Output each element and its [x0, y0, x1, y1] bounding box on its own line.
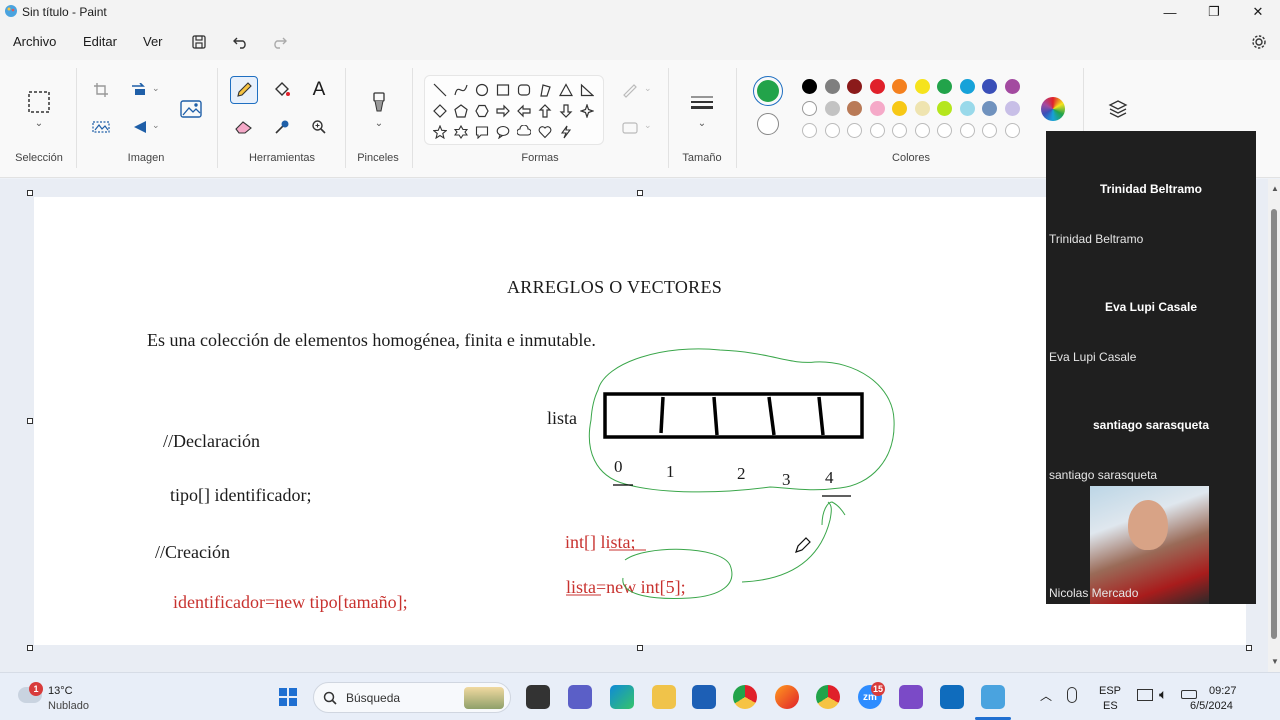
participant-name: Eva Lupi Casale	[1104, 300, 1198, 314]
taskbar-search-box[interactable]: Búsqueda	[313, 682, 511, 713]
notepad-icon[interactable]	[940, 685, 964, 709]
chrome-profile-icon[interactable]	[816, 685, 840, 709]
green-highlight-loop	[622, 548, 733, 599]
microsoft-store-icon[interactable]	[692, 685, 716, 709]
weather-temperature[interactable]: 13°C	[48, 685, 73, 697]
participant-face	[1128, 500, 1168, 550]
participant-name: Trinidad Beltramo	[1099, 182, 1203, 196]
participant-label: Eva Lupi Casale	[1049, 350, 1137, 364]
weather-description[interactable]: Nublado	[48, 700, 89, 712]
volume-icon[interactable]: 🔈︎	[1159, 686, 1167, 703]
keyboard-layout-indicator[interactable]: ES	[1103, 700, 1118, 712]
teams-chat-icon[interactable]	[568, 685, 592, 709]
green-arrow-curve	[741, 501, 832, 583]
visual-studio-icon[interactable]	[899, 685, 923, 709]
participant-label: Nicolas Mercado	[1049, 586, 1139, 600]
network-icon[interactable]	[1137, 689, 1153, 701]
edge-browser-icon[interactable]	[610, 685, 634, 709]
green-arrow-head	[821, 501, 846, 526]
file-explorer-icon[interactable]	[652, 685, 676, 709]
participant-label: santiago sarasqueta	[1049, 468, 1158, 482]
search-placeholder: Búsqueda	[346, 691, 401, 705]
scrollbar-thumb[interactable]	[1271, 209, 1277, 639]
battery-icon[interactable]	[1181, 690, 1197, 699]
show-hidden-icons-chevron-icon[interactable]: ︿	[1040, 687, 1052, 704]
zoom-badge: 15	[871, 682, 885, 696]
scroll-up-arrow-icon[interactable]: ▲	[1271, 184, 1279, 193]
weather-badge: 1	[29, 682, 43, 696]
windows-taskbar: 1 13°C Nublado Búsqueda zm 15 ︿ ESP ES 🔈…	[0, 672, 1280, 720]
firefox-browser-icon[interactable]	[775, 685, 799, 709]
participant-label: Trinidad Beltramo	[1049, 232, 1144, 246]
green-highlight-loop	[588, 348, 895, 493]
clock-time[interactable]: 09:27	[1209, 685, 1237, 697]
paint-taskbar-icon[interactable]	[981, 685, 1005, 709]
microphone-icon[interactable]	[1067, 687, 1077, 703]
search-icon	[323, 691, 337, 705]
chrome-browser-icon[interactable]	[733, 685, 757, 709]
array-boxes-drawing	[603, 392, 864, 439]
language-indicator[interactable]: ESP	[1099, 685, 1121, 697]
participant-name: santiago sarasqueta	[1092, 418, 1210, 432]
scroll-down-arrow-icon[interactable]: ▼	[1271, 657, 1279, 666]
clock-date[interactable]: 6/5/2024	[1190, 700, 1233, 712]
start-windows-icon[interactable]	[276, 685, 300, 709]
task-view-icon[interactable]	[526, 685, 550, 709]
search-highlight-image	[464, 687, 504, 709]
vertical-scrollbar[interactable]: ▲ ▼	[1268, 179, 1280, 672]
pencil-cursor-icon	[795, 537, 811, 553]
meeting-participants-panel: Trinidad Beltramo Trinidad Beltramo Eva …	[1046, 131, 1256, 604]
